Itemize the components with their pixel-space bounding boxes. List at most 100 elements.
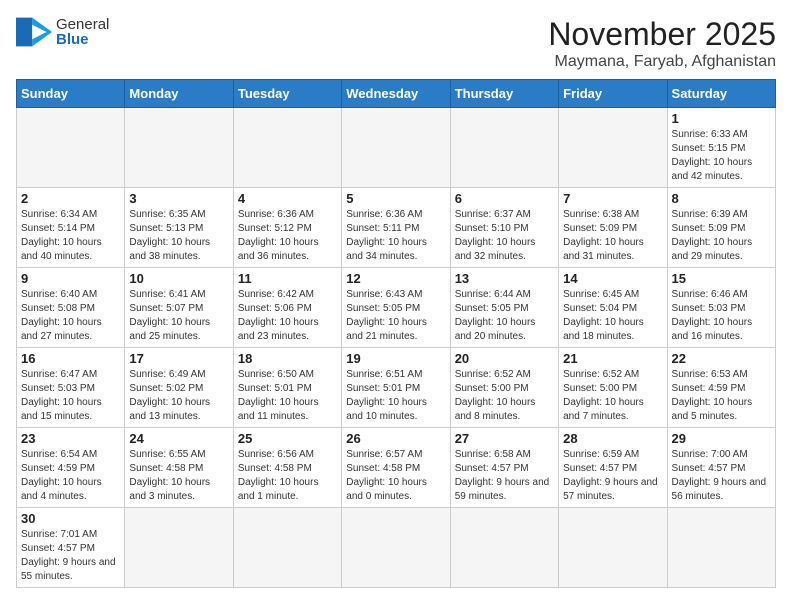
calendar: SundayMondayTuesdayWednesdayThursdayFrid…: [16, 79, 776, 588]
calendar-cell: 21Sunrise: 6:52 AM Sunset: 5:00 PM Dayli…: [559, 348, 667, 428]
calendar-cell: [450, 508, 558, 588]
day-info: Sunrise: 6:42 AM Sunset: 5:06 PM Dayligh…: [238, 288, 337, 344]
calendar-cell: 12 Sunrise: 6:43 AM Sunset: 5:05 PM Dayli…: [342, 268, 450, 348]
day-info: Sunrise: 6:51 AM Sunset: 5:01 PM Dayligh…: [346, 368, 445, 424]
day-info: Sunrise: 6:33 AM Sunset: 5:15 PM Dayligh…: [672, 128, 771, 184]
day-info: Sunrise: 6:54 AM Sunset: 4:59 PM Dayligh…: [21, 448, 120, 504]
calendar-cell: 20Sunrise: 6:52 AM Sunset: 5:00 PM Dayli…: [450, 348, 558, 428]
day-info: Sunrise: 6:38 AM Sunset: 5:09 PM Dayligh…: [563, 208, 662, 264]
day-info: Sunrise: 6:49 AM Sunset: 5:02 PM Dayligh…: [129, 368, 228, 424]
month-title: November 2025: [548, 16, 776, 53]
day-info: Sunrise: 6:50 AM Sunset: 5:01 PM Dayligh…: [238, 368, 337, 424]
day-info: Sunrise: 6:41 AM Sunset: 5:07 PM Dayligh…: [129, 288, 228, 344]
day-info: Sunrise: 6:40 AM Sunset: 5:08 PM Dayligh…: [21, 288, 120, 344]
logo: General Blue: [16, 16, 109, 48]
calendar-cell: [125, 108, 233, 188]
calendar-header-wednesday: Wednesday: [342, 80, 450, 108]
day-info: Sunrise: 6:59 AM Sunset: 4:57 PM Dayligh…: [563, 448, 662, 504]
calendar-cell: 30Sunrise: 7:01 AM Sunset: 4:57 PM Dayli…: [17, 508, 125, 588]
day-info: Sunrise: 6:53 AM Sunset: 4:59 PM Dayligh…: [672, 368, 771, 424]
calendar-cell: 10 Sunrise: 6:41 AM Sunset: 5:07 PM Dayli…: [125, 268, 233, 348]
calendar-cell: 4Sunrise: 6:36 AM Sunset: 5:12 PM Daylig…: [233, 188, 341, 268]
day-info: Sunrise: 6:58 AM Sunset: 4:57 PM Dayligh…: [455, 448, 554, 504]
location-title: Maymana, Faryab, Afghanistan: [548, 53, 776, 71]
calendar-cell: 1 Sunrise: 6:33 AM Sunset: 5:15 PM Daylig…: [667, 108, 775, 188]
calendar-cell: [233, 108, 341, 188]
day-info: Sunrise: 6:56 AM Sunset: 4:58 PM Dayligh…: [238, 448, 337, 504]
header: General Blue November 2025 Maymana, Fary…: [16, 16, 776, 71]
week-row-0: 1 Sunrise: 6:33 AM Sunset: 5:15 PM Daylig…: [17, 108, 776, 188]
day-info: Sunrise: 7:01 AM Sunset: 4:57 PM Dayligh…: [21, 528, 120, 584]
day-info: Sunrise: 6:43 AM Sunset: 5:05 PM Dayligh…: [346, 288, 445, 344]
week-row-3: 16 Sunrise: 6:47 AM Sunset: 5:03 PM Dayli…: [17, 348, 776, 428]
day-number: 27: [455, 431, 554, 446]
day-number: 16: [21, 351, 120, 366]
calendar-cell: 17 Sunrise: 6:49 AM Sunset: 5:02 PM Dayli…: [125, 348, 233, 428]
calendar-cell: 13Sunrise: 6:44 AM Sunset: 5:05 PM Dayli…: [450, 268, 558, 348]
day-number: 23: [21, 431, 120, 446]
title-area: November 2025 Maymana, Faryab, Afghanist…: [548, 16, 776, 71]
calendar-cell: 18Sunrise: 6:50 AM Sunset: 5:01 PM Dayli…: [233, 348, 341, 428]
day-info: Sunrise: 6:34 AM Sunset: 5:14 PM Dayligh…: [21, 208, 120, 264]
calendar-cell: [342, 508, 450, 588]
calendar-header-sunday: Sunday: [17, 80, 125, 108]
day-number: 13: [455, 271, 554, 286]
calendar-cell: 29 Sunrise: 7:00 AM Sunset: 4:57 PM Dayli…: [667, 428, 775, 508]
day-number: 14: [563, 271, 662, 286]
day-number: 5: [346, 191, 445, 206]
day-info: Sunrise: 6:36 AM Sunset: 5:11 PM Dayligh…: [346, 208, 445, 264]
day-number: 21: [563, 351, 662, 366]
day-info: Sunrise: 6:37 AM Sunset: 5:10 PM Dayligh…: [455, 208, 554, 264]
calendar-cell: 15 Sunrise: 6:46 AM Sunset: 5:03 PM Dayli…: [667, 268, 775, 348]
week-row-1: 2 Sunrise: 6:34 AM Sunset: 5:14 PM Daylig…: [17, 188, 776, 268]
day-info: Sunrise: 6:39 AM Sunset: 5:09 PM Dayligh…: [672, 208, 771, 264]
logo-text: General Blue: [56, 16, 109, 48]
calendar-cell: [667, 508, 775, 588]
calendar-cell: [342, 108, 450, 188]
day-number: 2: [21, 191, 120, 206]
calendar-cell: 28 Sunrise: 6:59 AM Sunset: 4:57 PM Dayli…: [559, 428, 667, 508]
week-row-4: 23 Sunrise: 6:54 AM Sunset: 4:59 PM Dayli…: [17, 428, 776, 508]
calendar-cell: 8Sunrise: 6:39 AM Sunset: 5:09 PM Daylig…: [667, 188, 775, 268]
calendar-cell: [17, 108, 125, 188]
calendar-header-monday: Monday: [125, 80, 233, 108]
calendar-cell: 14Sunrise: 6:45 AM Sunset: 5:04 PM Dayli…: [559, 268, 667, 348]
calendar-cell: 23 Sunrise: 6:54 AM Sunset: 4:59 PM Dayli…: [17, 428, 125, 508]
calendar-cell: 27 Sunrise: 6:58 AM Sunset: 4:57 PM Dayli…: [450, 428, 558, 508]
day-info: Sunrise: 6:52 AM Sunset: 5:00 PM Dayligh…: [455, 368, 554, 424]
calendar-cell: [233, 508, 341, 588]
day-number: 6: [455, 191, 554, 206]
day-number: 17: [129, 351, 228, 366]
calendar-cell: [125, 508, 233, 588]
day-info: Sunrise: 6:55 AM Sunset: 4:58 PM Dayligh…: [129, 448, 228, 504]
day-info: Sunrise: 7:00 AM Sunset: 4:57 PM Dayligh…: [672, 448, 771, 504]
day-info: Sunrise: 6:57 AM Sunset: 4:58 PM Dayligh…: [346, 448, 445, 504]
day-info: Sunrise: 6:36 AM Sunset: 5:12 PM Dayligh…: [238, 208, 337, 264]
day-number: 10: [129, 271, 228, 286]
day-number: 28: [563, 431, 662, 446]
day-number: 1: [672, 111, 771, 126]
calendar-header-row: SundayMondayTuesdayWednesdayThursdayFrid…: [17, 80, 776, 108]
day-number: 9: [21, 271, 120, 286]
day-number: 7: [563, 191, 662, 206]
calendar-cell: 2 Sunrise: 6:34 AM Sunset: 5:14 PM Daylig…: [17, 188, 125, 268]
calendar-cell: 9 Sunrise: 6:40 AM Sunset: 5:08 PM Daylig…: [17, 268, 125, 348]
calendar-cell: [450, 108, 558, 188]
calendar-header-saturday: Saturday: [667, 80, 775, 108]
calendar-cell: [559, 108, 667, 188]
calendar-cell: 11Sunrise: 6:42 AM Sunset: 5:06 PM Dayli…: [233, 268, 341, 348]
day-number: 15: [672, 271, 771, 286]
day-number: 25: [238, 431, 337, 446]
calendar-cell: 24Sunrise: 6:55 AM Sunset: 4:58 PM Dayli…: [125, 428, 233, 508]
logo-icon: [16, 17, 52, 47]
calendar-header-friday: Friday: [559, 80, 667, 108]
day-info: Sunrise: 6:46 AM Sunset: 5:03 PM Dayligh…: [672, 288, 771, 344]
day-number: 29: [672, 431, 771, 446]
calendar-header-tuesday: Tuesday: [233, 80, 341, 108]
day-info: Sunrise: 6:47 AM Sunset: 5:03 PM Dayligh…: [21, 368, 120, 424]
day-number: 3: [129, 191, 228, 206]
week-row-5: 30Sunrise: 7:01 AM Sunset: 4:57 PM Dayli…: [17, 508, 776, 588]
calendar-cell: 7 Sunrise: 6:38 AM Sunset: 5:09 PM Daylig…: [559, 188, 667, 268]
day-number: 22: [672, 351, 771, 366]
day-number: 12: [346, 271, 445, 286]
